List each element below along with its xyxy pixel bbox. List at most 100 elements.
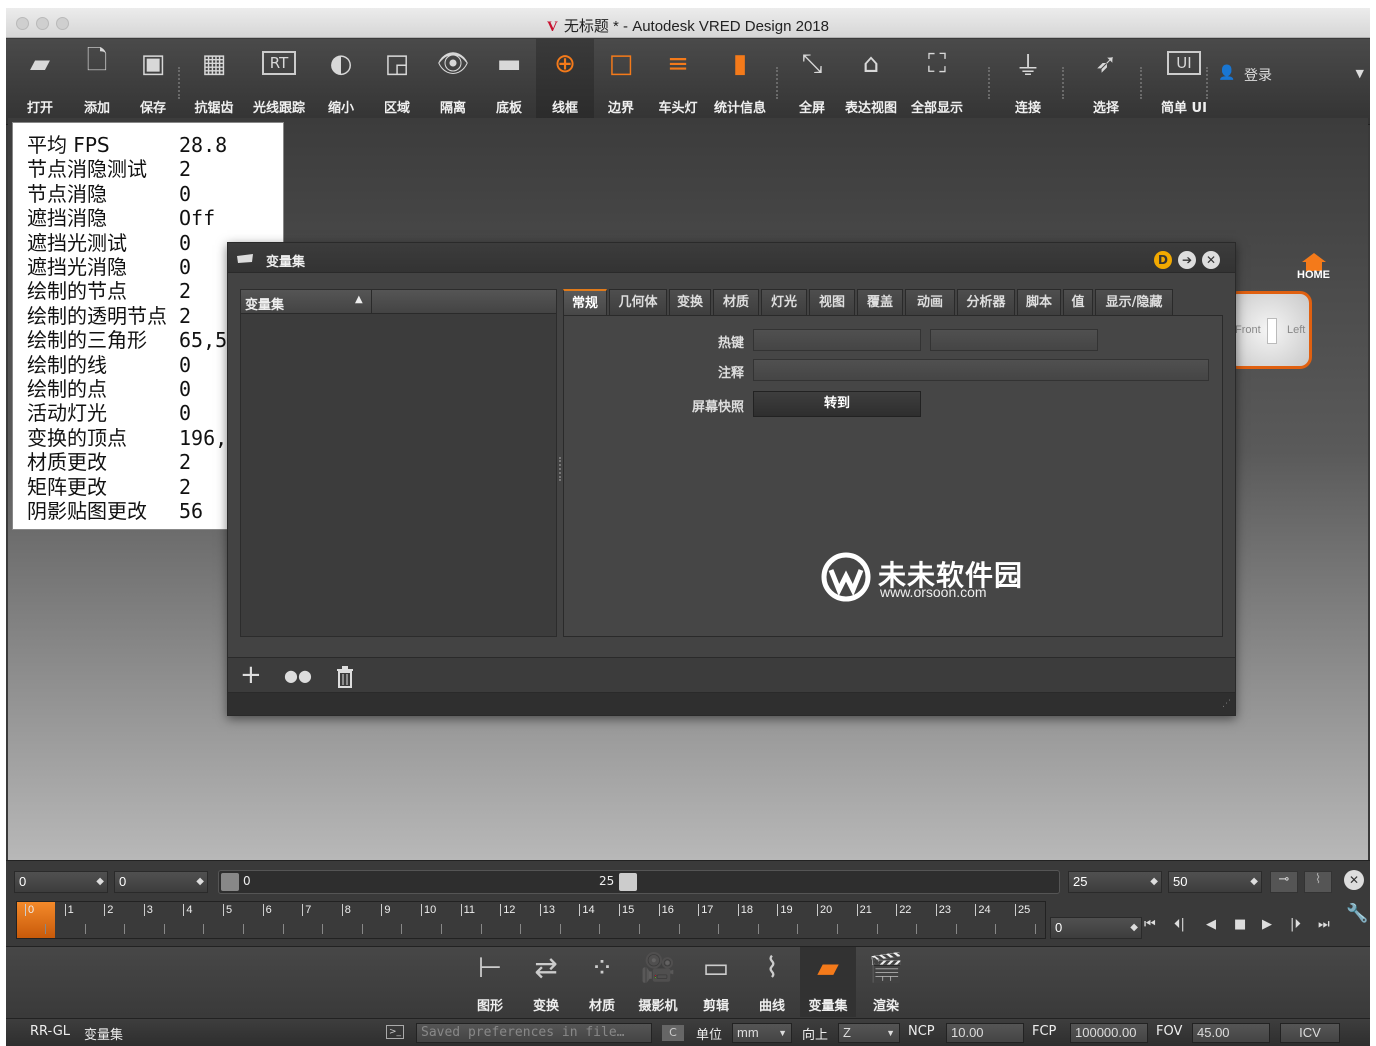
navigation-cube[interactable]: Front Left: [1226, 291, 1312, 369]
key-icon[interactable]: ⊸: [1270, 871, 1298, 893]
unit-select[interactable]: mm ▼: [732, 1023, 792, 1043]
tab-8[interactable]: 分析器: [957, 289, 1015, 315]
toolbar-button[interactable]: ⛶ 全部显示: [904, 39, 970, 125]
toolbar-button[interactable]: UI 简单 UI: [1148, 39, 1220, 125]
tab-11[interactable]: 显示/隐藏: [1095, 289, 1173, 315]
play-forward-icon[interactable]: ▶: [1262, 917, 1272, 932]
frame-tick-label: 13: [539, 904, 555, 916]
dialog-title-bar[interactable]: 变量集 D ➔ ✕: [228, 243, 1235, 273]
tab-4[interactable]: 灯光: [761, 289, 807, 315]
hotkey-field-secondary[interactable]: [930, 329, 1098, 351]
spin-arrows-icon[interactable]: ◆: [96, 872, 104, 892]
timeline-range-slider[interactable]: 0 25: [218, 870, 1060, 894]
spin-arrows-icon[interactable]: ◆: [196, 872, 204, 892]
toolbar-button[interactable]: RT 光线跟踪: [246, 39, 312, 125]
wrench-icon[interactable]: 🔧: [1346, 903, 1368, 924]
toolbar-button[interactable]: ◐ 缩小: [316, 39, 366, 125]
timeline-start-spinbox[interactable]: 0 ◆: [14, 871, 108, 893]
module-button[interactable]: ⇄ 变换: [518, 947, 574, 1017]
toolbar-button[interactable]: ▣ 保存: [130, 39, 176, 125]
toolbar-button[interactable]: ⏚ 连接: [994, 39, 1062, 125]
hotkey-field[interactable]: [753, 329, 921, 351]
timeline-current-spinbox[interactable]: 0 ◆: [114, 871, 208, 893]
up-axis-select[interactable]: Z ▼: [838, 1023, 900, 1043]
module-button[interactable]: ▭ 剪辑: [688, 947, 744, 1017]
next-key-icon[interactable]: |⏵: [1290, 917, 1301, 932]
sort-ascending-icon[interactable]: ▲: [355, 294, 363, 305]
go-to-end-icon[interactable]: ⏭: [1318, 917, 1330, 932]
antialias-grid-icon: ▦: [201, 49, 227, 79]
toolbar-button[interactable]: 🗋 添加: [74, 39, 120, 125]
toolbar-button[interactable]: 👁 隔离: [424, 39, 482, 125]
close-icon[interactable]: ✕: [1202, 251, 1220, 269]
timeline-fps-spinbox[interactable]: 50 ◆: [1168, 871, 1262, 893]
module-button[interactable]: 🎬 渲染: [858, 947, 914, 1017]
timeline-end-spinbox[interactable]: 25 ◆: [1068, 871, 1162, 893]
module-button[interactable]: ▰ 变量集: [800, 947, 856, 1017]
tab-0[interactable]: 常规: [563, 289, 607, 315]
login-menu[interactable]: 👤 登录 ▼: [1212, 61, 1370, 89]
slider-handle-start[interactable]: [221, 873, 239, 891]
tab-1[interactable]: 几何体: [609, 289, 667, 315]
toolbar-grip[interactable]: [988, 67, 992, 99]
toolbar-button[interactable]: ▰ 打开: [18, 39, 62, 125]
current-frame-spinbox[interactable]: 0 ◆: [1050, 917, 1142, 939]
frame-tick-label: 21: [856, 904, 872, 916]
tab-9[interactable]: 脚本: [1017, 289, 1061, 315]
spin-arrows-icon[interactable]: ◆: [1150, 872, 1158, 892]
tab-10[interactable]: 值: [1063, 289, 1093, 315]
toolbar-button[interactable]: ➶ 选择: [1070, 39, 1142, 125]
timeline-ruler[interactable]: 0 1 2 3 4 5 6 7 8 9 10 11 12 13 14 15 16 17 18 19 20 21 22 23 24…: [16, 901, 1046, 939]
toolbar-button[interactable]: ◲ 区域: [370, 39, 424, 125]
resize-grip-icon[interactable]: ⋰: [1222, 699, 1231, 709]
dock-icon[interactable]: D: [1154, 251, 1172, 269]
tab-3[interactable]: 材质: [713, 289, 759, 315]
tab-2[interactable]: 变换: [669, 289, 711, 315]
timeline-close-icon[interactable]: ✕: [1344, 870, 1364, 890]
list-header[interactable]: 变量集 ▲: [241, 290, 556, 314]
spin-arrows-icon[interactable]: ◆: [1130, 918, 1138, 938]
module-button[interactable]: 🎥 摄影机: [630, 947, 686, 1017]
go-to-start-icon[interactable]: ⏮: [1144, 917, 1156, 932]
goto-button[interactable]: 转到: [753, 391, 921, 417]
toolbar-button[interactable]: ≡ 车头灯: [648, 39, 708, 125]
comment-field[interactable]: [753, 359, 1209, 381]
playhead[interactable]: [17, 902, 55, 938]
forward-arrow-icon[interactable]: ➔: [1178, 251, 1196, 269]
tab-7[interactable]: 动画: [905, 289, 955, 315]
variant-sets-list-panel[interactable]: 变量集 ▲: [240, 289, 557, 637]
toolbar-button[interactable]: ▬ 底板: [480, 39, 538, 125]
tab-5[interactable]: 视图: [809, 289, 855, 315]
slider-handle-end[interactable]: [619, 873, 637, 891]
duplicate-icon[interactable]: ●●: [284, 666, 312, 685]
play-backward-icon[interactable]: ◀: [1206, 917, 1216, 932]
toolbar-grip[interactable]: [776, 67, 780, 99]
ncp-field[interactable]: 10.00: [946, 1023, 1024, 1043]
previous-key-icon[interactable]: ⏴|: [1174, 917, 1185, 932]
fov-field[interactable]: 45.00: [1192, 1023, 1270, 1043]
icv-button[interactable]: ICV: [1280, 1023, 1340, 1043]
add-variant-set-icon[interactable]: +: [240, 660, 262, 690]
message-field[interactable]: Saved preferences in file…: [416, 1023, 652, 1043]
module-button[interactable]: ⌇ 曲线: [744, 947, 800, 1017]
fcp-field[interactable]: 100000.00: [1070, 1023, 1148, 1043]
clear-messages-icon[interactable]: C: [662, 1025, 684, 1041]
toolbar-button[interactable]: ⌂ 表达视图: [838, 39, 904, 125]
toolbar-button[interactable]: ⤡ 全屏: [784, 39, 840, 125]
toolbar-button[interactable]: ▮ 统计信息: [704, 39, 776, 125]
delete-trash-icon[interactable]: [336, 666, 354, 688]
terminal-icon[interactable]: >_: [386, 1025, 404, 1039]
stat-value: Off: [179, 206, 216, 231]
tab-6[interactable]: 覆盖: [857, 289, 903, 315]
toolbar-button[interactable]: ⊕ 线框: [536, 39, 594, 125]
variant-sets-icon: [237, 254, 253, 263]
toolbar-grip[interactable]: [178, 67, 182, 99]
toolbar-grip[interactable]: [1062, 67, 1066, 99]
toolbar-button[interactable]: ▦ 抗锯齿: [184, 39, 244, 125]
stop-icon[interactable]: ■: [1234, 917, 1246, 932]
spin-arrows-icon[interactable]: ◆: [1250, 872, 1258, 892]
curve-keys-icon[interactable]: ⌇: [1304, 871, 1332, 893]
toolbar-button[interactable]: □ 边界: [592, 39, 650, 125]
module-button[interactable]: ⁘ 材质: [574, 947, 630, 1017]
module-button[interactable]: ⊢ 图形: [462, 947, 518, 1017]
